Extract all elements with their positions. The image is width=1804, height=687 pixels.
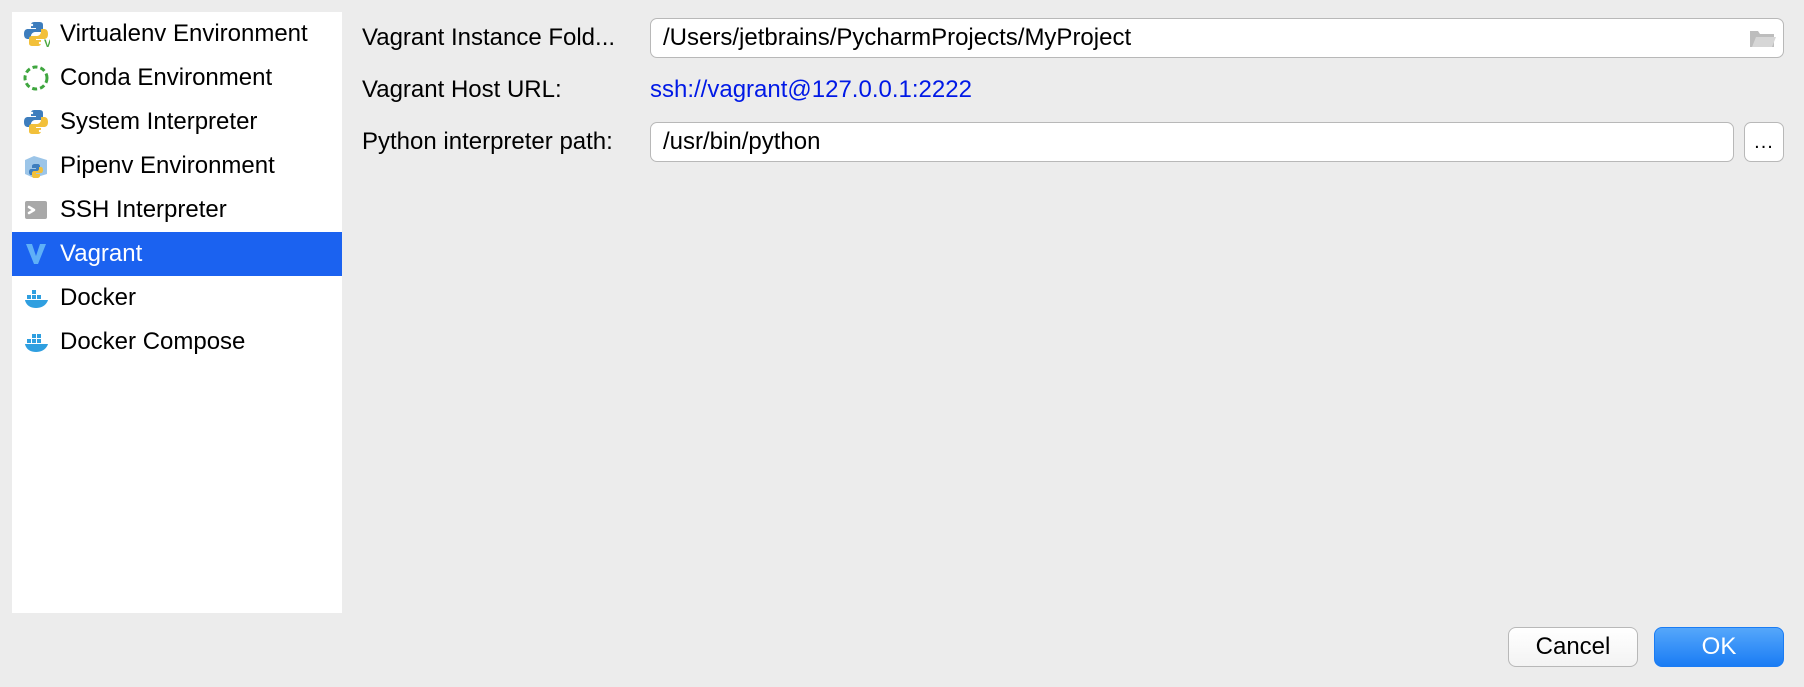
- sidebar-item-pipenv[interactable]: Pipenv Environment: [12, 144, 342, 188]
- sidebar-item-label: SSH Interpreter: [60, 196, 227, 224]
- dialog-button-bar: Cancel OK: [0, 625, 1804, 687]
- docker-compose-icon: [22, 328, 50, 356]
- sidebar-item-virtualenv[interactable]: V Virtualenv Environment: [12, 12, 342, 56]
- sidebar-item-label: Docker Compose: [60, 328, 245, 356]
- sidebar-item-docker[interactable]: Docker: [12, 276, 342, 320]
- host-url-value[interactable]: ssh://vagrant@127.0.0.1:2222: [650, 76, 972, 104]
- vagrant-icon: [22, 240, 50, 268]
- row-interpreter-path: Python interpreter path: ...: [362, 122, 1784, 162]
- interpreter-path-label: Python interpreter path:: [362, 128, 640, 156]
- sidebar-item-label: Virtualenv Environment: [60, 20, 308, 48]
- sidebar-item-label: Pipenv Environment: [60, 152, 275, 180]
- sidebar-item-label: Docker: [60, 284, 136, 312]
- browse-folder-icon[interactable]: [1748, 26, 1776, 50]
- instance-folder-input[interactable]: [650, 18, 1784, 58]
- docker-icon: [22, 284, 50, 312]
- sidebar-item-label: System Interpreter: [60, 108, 257, 136]
- sidebar-item-docker-compose[interactable]: Docker Compose: [12, 320, 342, 364]
- svg-text:V: V: [44, 38, 50, 48]
- browse-interpreter-button[interactable]: ...: [1744, 122, 1784, 162]
- sidebar-item-conda[interactable]: Conda Environment: [12, 56, 342, 100]
- interpreter-type-list: V Virtualenv Environment Conda Environme…: [12, 12, 342, 613]
- sidebar-item-label: Vagrant: [60, 240, 142, 268]
- python-venv-icon: V: [22, 20, 50, 48]
- row-instance-folder: Vagrant Instance Fold...: [362, 18, 1784, 58]
- pipenv-icon: [22, 152, 50, 180]
- sidebar-item-label: Conda Environment: [60, 64, 272, 92]
- sidebar-item-system[interactable]: System Interpreter: [12, 100, 342, 144]
- host-url-label: Vagrant Host URL:: [362, 76, 640, 104]
- python-icon: [22, 108, 50, 136]
- form-panel: Vagrant Instance Fold... Vagrant Host UR…: [342, 0, 1804, 625]
- cancel-button[interactable]: Cancel: [1508, 627, 1638, 667]
- sidebar-item-vagrant[interactable]: Vagrant: [12, 232, 342, 276]
- ok-button[interactable]: OK: [1654, 627, 1784, 667]
- ssh-icon: [22, 196, 50, 224]
- sidebar-item-ssh[interactable]: SSH Interpreter: [12, 188, 342, 232]
- conda-icon: [22, 64, 50, 92]
- instance-folder-label: Vagrant Instance Fold...: [362, 24, 640, 52]
- interpreter-path-input[interactable]: [650, 122, 1734, 162]
- row-host-url: Vagrant Host URL: ssh://vagrant@127.0.0.…: [362, 76, 1784, 104]
